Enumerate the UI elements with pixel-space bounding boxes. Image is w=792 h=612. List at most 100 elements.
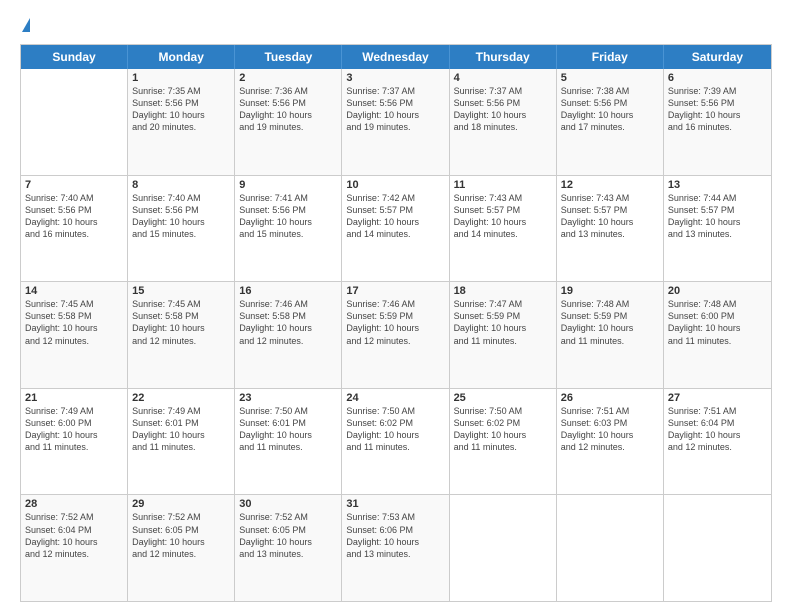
day-number: 7 — [25, 179, 123, 191]
calendar-week-row: 21Sunrise: 7:49 AM Sunset: 6:00 PM Dayli… — [21, 389, 771, 496]
day-number: 30 — [239, 498, 337, 510]
calendar-header-cell: Thursday — [450, 45, 557, 69]
day-number: 19 — [561, 285, 659, 297]
calendar-day-cell: 24Sunrise: 7:50 AM Sunset: 6:02 PM Dayli… — [342, 389, 449, 495]
calendar-day-cell: 11Sunrise: 7:43 AM Sunset: 5:57 PM Dayli… — [450, 176, 557, 282]
calendar-header-cell: Sunday — [21, 45, 128, 69]
day-info: Sunrise: 7:38 AM Sunset: 5:56 PM Dayligh… — [561, 85, 659, 134]
day-info: Sunrise: 7:51 AM Sunset: 6:03 PM Dayligh… — [561, 405, 659, 454]
day-info: Sunrise: 7:47 AM Sunset: 5:59 PM Dayligh… — [454, 298, 552, 347]
calendar-day-cell — [450, 495, 557, 601]
day-number: 18 — [454, 285, 552, 297]
calendar-day-cell: 8Sunrise: 7:40 AM Sunset: 5:56 PM Daylig… — [128, 176, 235, 282]
day-info: Sunrise: 7:52 AM Sunset: 6:05 PM Dayligh… — [132, 511, 230, 560]
calendar-day-cell: 14Sunrise: 7:45 AM Sunset: 5:58 PM Dayli… — [21, 282, 128, 388]
day-info: Sunrise: 7:40 AM Sunset: 5:56 PM Dayligh… — [132, 192, 230, 241]
day-number: 14 — [25, 285, 123, 297]
calendar-day-cell: 17Sunrise: 7:46 AM Sunset: 5:59 PM Dayli… — [342, 282, 449, 388]
day-info: Sunrise: 7:52 AM Sunset: 6:04 PM Dayligh… — [25, 511, 123, 560]
calendar-week-row: 1Sunrise: 7:35 AM Sunset: 5:56 PM Daylig… — [21, 69, 771, 176]
calendar-header-cell: Saturday — [664, 45, 771, 69]
day-info: Sunrise: 7:40 AM Sunset: 5:56 PM Dayligh… — [25, 192, 123, 241]
day-info: Sunrise: 7:49 AM Sunset: 6:01 PM Dayligh… — [132, 405, 230, 454]
calendar-day-cell: 21Sunrise: 7:49 AM Sunset: 6:00 PM Dayli… — [21, 389, 128, 495]
calendar-day-cell: 31Sunrise: 7:53 AM Sunset: 6:06 PM Dayli… — [342, 495, 449, 601]
calendar-day-cell: 22Sunrise: 7:49 AM Sunset: 6:01 PM Dayli… — [128, 389, 235, 495]
calendar-day-cell: 16Sunrise: 7:46 AM Sunset: 5:58 PM Dayli… — [235, 282, 342, 388]
day-number: 1 — [132, 72, 230, 84]
day-number: 12 — [561, 179, 659, 191]
day-number: 25 — [454, 392, 552, 404]
day-number: 24 — [346, 392, 444, 404]
day-number: 17 — [346, 285, 444, 297]
day-info: Sunrise: 7:43 AM Sunset: 5:57 PM Dayligh… — [454, 192, 552, 241]
day-info: Sunrise: 7:36 AM Sunset: 5:56 PM Dayligh… — [239, 85, 337, 134]
logo-triangle-icon — [22, 18, 30, 32]
calendar-day-cell: 9Sunrise: 7:41 AM Sunset: 5:56 PM Daylig… — [235, 176, 342, 282]
day-number: 5 — [561, 72, 659, 84]
day-info: Sunrise: 7:49 AM Sunset: 6:00 PM Dayligh… — [25, 405, 123, 454]
calendar-day-cell: 23Sunrise: 7:50 AM Sunset: 6:01 PM Dayli… — [235, 389, 342, 495]
calendar-day-cell — [21, 69, 128, 175]
calendar-day-cell: 6Sunrise: 7:39 AM Sunset: 5:56 PM Daylig… — [664, 69, 771, 175]
day-info: Sunrise: 7:37 AM Sunset: 5:56 PM Dayligh… — [454, 85, 552, 134]
calendar-day-cell — [557, 495, 664, 601]
calendar-week-row: 7Sunrise: 7:40 AM Sunset: 5:56 PM Daylig… — [21, 176, 771, 283]
calendar-day-cell: 7Sunrise: 7:40 AM Sunset: 5:56 PM Daylig… — [21, 176, 128, 282]
calendar-day-cell: 27Sunrise: 7:51 AM Sunset: 6:04 PM Dayli… — [664, 389, 771, 495]
day-number: 16 — [239, 285, 337, 297]
calendar-day-cell: 1Sunrise: 7:35 AM Sunset: 5:56 PM Daylig… — [128, 69, 235, 175]
calendar-day-cell: 10Sunrise: 7:42 AM Sunset: 5:57 PM Dayli… — [342, 176, 449, 282]
day-number: 15 — [132, 285, 230, 297]
day-number: 9 — [239, 179, 337, 191]
calendar-day-cell — [664, 495, 771, 601]
calendar-header-cell: Tuesday — [235, 45, 342, 69]
calendar-day-cell: 2Sunrise: 7:36 AM Sunset: 5:56 PM Daylig… — [235, 69, 342, 175]
calendar-day-cell: 19Sunrise: 7:48 AM Sunset: 5:59 PM Dayli… — [557, 282, 664, 388]
calendar-day-cell: 5Sunrise: 7:38 AM Sunset: 5:56 PM Daylig… — [557, 69, 664, 175]
day-info: Sunrise: 7:52 AM Sunset: 6:05 PM Dayligh… — [239, 511, 337, 560]
day-info: Sunrise: 7:50 AM Sunset: 6:02 PM Dayligh… — [454, 405, 552, 454]
calendar-day-cell: 30Sunrise: 7:52 AM Sunset: 6:05 PM Dayli… — [235, 495, 342, 601]
calendar-body: 1Sunrise: 7:35 AM Sunset: 5:56 PM Daylig… — [21, 69, 771, 601]
logo — [20, 18, 30, 34]
calendar-week-row: 14 Sunrise: 7:45 AM Sunset: 5:58 PM Dayli… — [21, 282, 771, 389]
calendar-day-cell: 25Sunrise: 7:50 AM Sunset: 6:02 PM Dayli… — [450, 389, 557, 495]
calendar-day-cell: 20Sunrise: 7:48 AM Sunset: 6:00 PM Dayli… — [664, 282, 771, 388]
calendar-header-cell: Monday — [128, 45, 235, 69]
day-info: Sunrise: 7:46 AM Sunset: 5:58 PM Dayligh… — [239, 298, 337, 347]
page: SundayMondayTuesdayWednesdayThursdayFrid… — [0, 0, 792, 612]
day-number: 31 — [346, 498, 444, 510]
day-number: 27 — [668, 392, 767, 404]
day-number: 8 — [132, 179, 230, 191]
day-number: 2 — [239, 72, 337, 84]
day-number: 29 — [132, 498, 230, 510]
day-number: 23 — [239, 392, 337, 404]
calendar-header-cell: Wednesday — [342, 45, 449, 69]
day-info: Sunrise: 7:45 AM Sunset: 5:58 PM Dayligh… — [132, 298, 230, 347]
day-number: 21 — [25, 392, 123, 404]
header — [20, 18, 772, 34]
calendar-day-cell: 3Sunrise: 7:37 AM Sunset: 5:56 PM Daylig… — [342, 69, 449, 175]
day-info: Sunrise: 7:53 AM Sunset: 6:06 PM Dayligh… — [346, 511, 444, 560]
day-number: 4 — [454, 72, 552, 84]
calendar-day-cell: 13Sunrise: 7:44 AM Sunset: 5:57 PM Dayli… — [664, 176, 771, 282]
day-number: 26 — [561, 392, 659, 404]
day-info: Sunrise: 7:37 AM Sunset: 5:56 PM Dayligh… — [346, 85, 444, 134]
calendar-day-cell: 4Sunrise: 7:37 AM Sunset: 5:56 PM Daylig… — [450, 69, 557, 175]
day-info: Sunrise: 7:46 AM Sunset: 5:59 PM Dayligh… — [346, 298, 444, 347]
calendar-day-cell: 28Sunrise: 7:52 AM Sunset: 6:04 PM Dayli… — [21, 495, 128, 601]
calendar-day-cell: 26Sunrise: 7:51 AM Sunset: 6:03 PM Dayli… — [557, 389, 664, 495]
day-info: Sunrise: 7:42 AM Sunset: 5:57 PM Dayligh… — [346, 192, 444, 241]
calendar: SundayMondayTuesdayWednesdayThursdayFrid… — [20, 44, 772, 602]
day-info: Sunrise: 7:43 AM Sunset: 5:57 PM Dayligh… — [561, 192, 659, 241]
calendar-day-cell: 18Sunrise: 7:47 AM Sunset: 5:59 PM Dayli… — [450, 282, 557, 388]
day-number: 13 — [668, 179, 767, 191]
day-number: 28 — [25, 498, 123, 510]
day-info: Sunrise: 7:50 AM Sunset: 6:02 PM Dayligh… — [346, 405, 444, 454]
day-info: Sunrise: 7:50 AM Sunset: 6:01 PM Dayligh… — [239, 405, 337, 454]
calendar-day-cell: 29Sunrise: 7:52 AM Sunset: 6:05 PM Dayli… — [128, 495, 235, 601]
day-info: Sunrise: 7:44 AM Sunset: 5:57 PM Dayligh… — [668, 192, 767, 241]
day-number: 10 — [346, 179, 444, 191]
day-number: 3 — [346, 72, 444, 84]
